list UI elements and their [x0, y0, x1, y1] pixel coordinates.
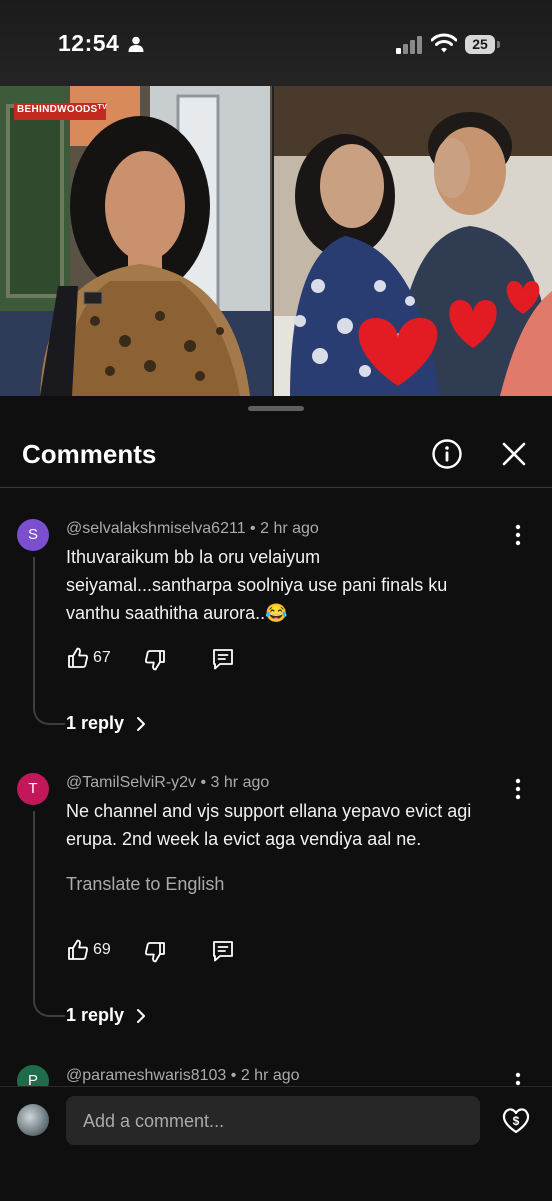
like-icon[interactable]: [66, 646, 90, 670]
comment-time: 2 hr ago: [260, 520, 319, 537]
dislike-icon[interactable]: [143, 648, 167, 672]
channel-logo-suffix: TV: [97, 104, 108, 111]
dislike-icon[interactable]: [143, 940, 167, 964]
channel-logo-text: BEHINDWOODS: [17, 104, 98, 115]
comment-text-line: Ne channel and vjs support ellana yepavo…: [66, 801, 472, 821]
channel-logo: BEHINDWOODSTV: [17, 104, 107, 115]
meta-separator: •: [230, 1067, 241, 1084]
meta-separator: •: [200, 774, 211, 791]
comment-author[interactable]: @parameshwaris8103: [66, 1067, 226, 1084]
super-thanks-icon[interactable]: $: [500, 1104, 532, 1136]
thread-line: [33, 811, 65, 1017]
replies-link[interactable]: 1 reply: [66, 713, 124, 734]
cellular-signal-icon: [396, 36, 422, 54]
battery-tip: [497, 41, 500, 48]
comment-text-line: Ithuvaraikum bb la oru velaiyum: [66, 547, 321, 567]
reply-comment-icon[interactable]: [211, 939, 235, 963]
chevron-right-icon[interactable]: [134, 1007, 148, 1025]
avatar[interactable]: T: [17, 773, 49, 805]
chevron-right-icon[interactable]: [134, 715, 148, 733]
like-count: 69: [93, 941, 111, 958]
reply-comment-icon[interactable]: [211, 647, 235, 671]
comment-text-line: seiyamal...santharpa soolniya use pani f…: [66, 575, 448, 595]
video-frame: [0, 86, 552, 396]
close-icon[interactable]: [497, 437, 531, 471]
status-time: 12:54: [58, 30, 120, 56]
replies-link[interactable]: 1 reply: [66, 1005, 124, 1026]
comment-time: 2 hr ago: [240, 1067, 300, 1084]
status-bar: 12:54 25: [0, 0, 552, 86]
like-count: 67: [93, 649, 111, 666]
person-icon: [128, 36, 144, 52]
comment-meta: @TamilSelviR-y2v • 3 hr ago: [66, 774, 269, 792]
like-icon[interactable]: [66, 938, 90, 962]
comment-author[interactable]: @TamilSelviR-y2v: [66, 774, 196, 791]
user-avatar[interactable]: [17, 1104, 49, 1136]
comment-text: Ithuvaraikum bb la oru velaiyum seiyamal…: [66, 543, 526, 627]
comment-meta: @parameshwaris8103 • 2 hr ago: [66, 1067, 300, 1085]
comment-text-line: vanthu saathitha aurora..😂: [66, 603, 288, 623]
comment-author[interactable]: @selvalakshmiselva6211: [66, 520, 246, 537]
comment-text: Ne channel and vjs support ellana yepavo…: [66, 797, 526, 853]
meta-separator: •: [250, 520, 261, 537]
avatar[interactable]: S: [17, 519, 49, 551]
translate-link[interactable]: Translate to English: [66, 874, 224, 895]
info-icon[interactable]: [430, 437, 464, 471]
svg-text:$: $: [513, 1114, 520, 1128]
header-divider: [0, 487, 552, 488]
comment-meta: @selvalakshmiselva6211 • 2 hr ago: [66, 520, 319, 538]
thread-line: [33, 557, 65, 725]
comment-text-line: erupa. 2nd week la evict aga vendiya aal…: [66, 829, 422, 849]
comment-input-placeholder: Add a comment...: [83, 1111, 225, 1131]
video-player[interactable]: BEHINDWOODSTV: [0, 86, 552, 396]
drag-handle[interactable]: [248, 406, 304, 411]
comments-sheet: Comments S @selvalakshmiselva6211 • 2 hr…: [0, 397, 552, 1200]
sheet-title: Comments: [22, 439, 157, 469]
wifi-icon: [431, 33, 457, 53]
comment-composer: Add a comment... $: [0, 1086, 552, 1201]
comment-time: 3 hr ago: [210, 774, 270, 791]
battery-indicator: 25: [465, 35, 495, 54]
comment-input[interactable]: Add a comment...: [66, 1096, 480, 1145]
